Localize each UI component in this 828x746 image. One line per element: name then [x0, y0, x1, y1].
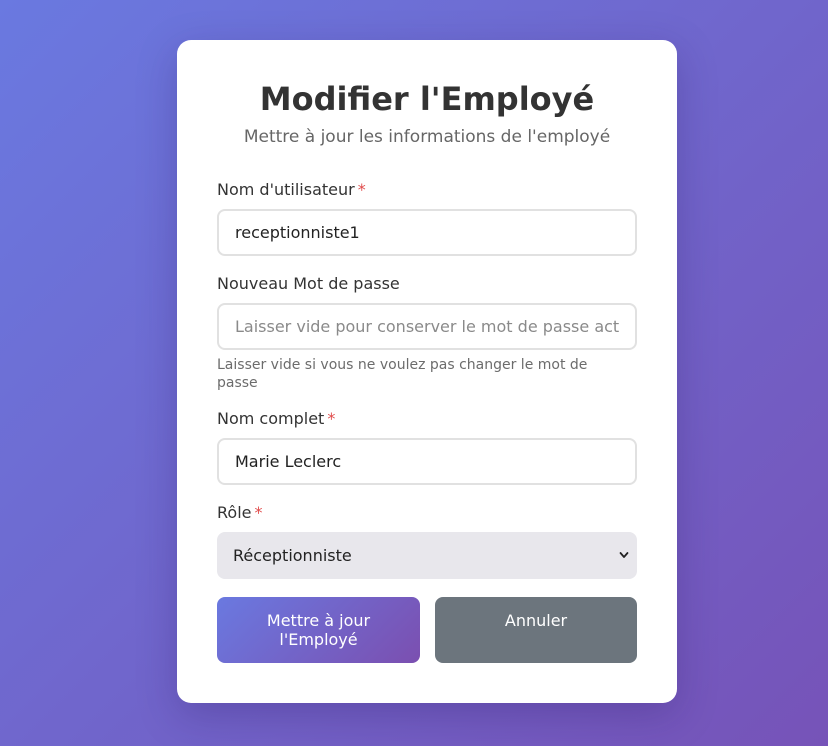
username-group: Nom d'utilisateur *	[217, 180, 637, 256]
update-employee-button[interactable]: Mettre à jour l'Employé	[217, 597, 420, 663]
role-select-value: Réceptionniste	[217, 532, 637, 579]
fullname-input[interactable]	[217, 438, 637, 485]
page-subtitle: Mettre à jour les informations de l'empl…	[243, 127, 611, 147]
form-actions: Mettre à jour l'Employé Annuler	[217, 597, 637, 663]
password-label: Nouveau Mot de passe	[217, 274, 400, 293]
required-mark: *	[254, 503, 263, 522]
page-title: Modifier l'Employé	[259, 80, 595, 118]
password-input[interactable]	[217, 303, 637, 350]
required-mark: *	[357, 180, 366, 199]
fullname-label: Nom complet *	[217, 409, 637, 429]
fullname-label-text: Nom complet	[217, 409, 325, 428]
edit-employee-card: Modifier l'Employé Mettre à jour les inf…	[177, 40, 677, 703]
role-group: Rôle * Réceptionniste	[217, 503, 637, 579]
username-label: Nom d'utilisateur *	[217, 180, 637, 200]
username-input[interactable]	[217, 209, 637, 256]
fullname-group: Nom complet *	[217, 409, 637, 485]
chevron-down-icon	[619, 552, 629, 558]
cancel-button[interactable]: Annuler	[435, 597, 637, 663]
role-select[interactable]: Réceptionniste	[217, 532, 637, 579]
role-label: Rôle *	[217, 503, 637, 523]
password-group: Nouveau Mot de passe Laisser vide si vou…	[217, 274, 637, 392]
username-label-text: Nom d'utilisateur	[217, 180, 355, 199]
password-help-text: Laisser vide si vous ne voulez pas chang…	[217, 357, 588, 391]
role-label-text: Rôle	[217, 503, 252, 522]
required-mark: *	[327, 409, 336, 428]
